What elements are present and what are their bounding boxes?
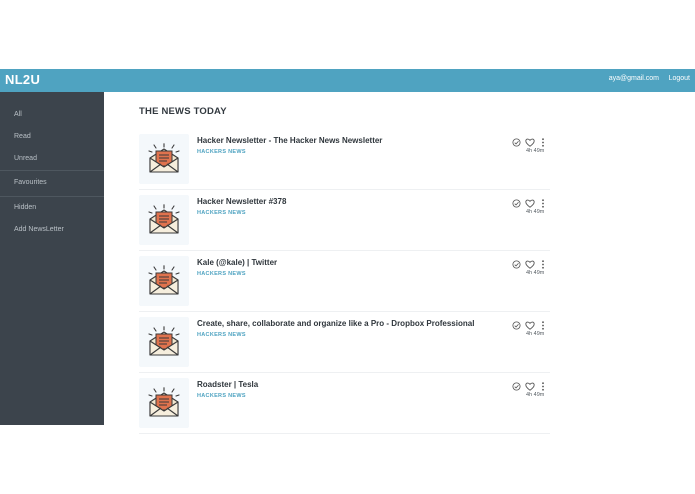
envelope-newsletter-icon [139,317,189,367]
check-circle-icon[interactable] [512,317,521,335]
logout-link[interactable]: Logout [669,75,690,82]
main-content: THE NEWS TODAY Hacker Newsletter - The H… [104,92,695,434]
brand-logo[interactable]: NL2U [5,72,40,87]
newsletter-time: 4h 49m [526,392,545,398]
newsletter-title[interactable]: Roadster | Tesla [197,380,258,389]
newsletter-source[interactable]: HACKERS NEWS [197,210,246,216]
newsletter-actions [512,134,552,147]
sidebar-divider [0,170,104,171]
newsletter-title[interactable]: Create, share, collaborate and organize … [197,319,474,328]
check-circle-icon[interactable] [512,378,521,396]
sidebar: All Read Unread Favourites Hidden Add Ne… [0,92,104,425]
newsletter-source[interactable]: HACKERS NEWS [197,393,246,399]
page-title: THE NEWS TODAY [139,106,227,117]
check-circle-icon[interactable] [512,256,521,274]
user-email: aya@gmail.com [608,75,659,82]
newsletter-source[interactable]: HACKERS NEWS [197,149,246,155]
newsletter-title[interactable]: Hacker Newsletter - The Hacker News News… [197,136,382,145]
newsletter-time: 4h 49m [526,331,545,337]
sidebar-item-unread[interactable]: Unread [0,148,104,170]
newsletter-source[interactable]: HACKERS NEWS [197,271,246,277]
newsletter-time: 4h 49m [526,209,545,215]
sidebar-item-read[interactable]: Read [0,126,104,148]
check-circle-icon[interactable] [512,134,521,152]
sidebar-item-add-newsletter[interactable]: Add NewsLetter [0,219,104,241]
envelope-newsletter-icon [139,378,189,428]
newsletter-actions [512,256,552,269]
newsletter-time: 4h 49m [526,148,545,154]
top-bar: NL2U aya@gmail.com Logout [0,69,695,92]
envelope-newsletter-icon [139,195,189,245]
newsletter-item[interactable]: Create, share, collaborate and organize … [139,317,550,373]
sidebar-item-all[interactable]: All [0,104,104,126]
newsletter-item[interactable]: Hacker Newsletter - The Hacker News News… [139,134,550,190]
sidebar-item-favourites[interactable]: Favourites [0,172,104,194]
newsletter-actions [512,378,552,391]
newsletter-source[interactable]: HACKERS NEWS [197,332,246,338]
newsletter-actions [512,317,552,330]
newsletter-title[interactable]: Kale (@kale) | Twitter [197,258,277,267]
newsletter-item[interactable]: Hacker Newsletter #378 HACKERS NEWS 4h 49m [139,195,550,251]
sidebar-item-hidden[interactable]: Hidden [0,197,104,219]
envelope-newsletter-icon [139,134,189,184]
newsletter-title[interactable]: Hacker Newsletter #378 [197,197,286,206]
newsletter-item[interactable]: Kale (@kale) | Twitter HACKERS NEWS 4h 49m [139,256,550,312]
newsletter-item[interactable]: Roadster | Tesla HACKERS NEWS 4h 49m [139,378,550,434]
envelope-newsletter-icon [139,256,189,306]
newsletter-actions [512,195,552,208]
check-circle-icon[interactable] [512,195,521,213]
newsletter-time: 4h 49m [526,270,545,276]
